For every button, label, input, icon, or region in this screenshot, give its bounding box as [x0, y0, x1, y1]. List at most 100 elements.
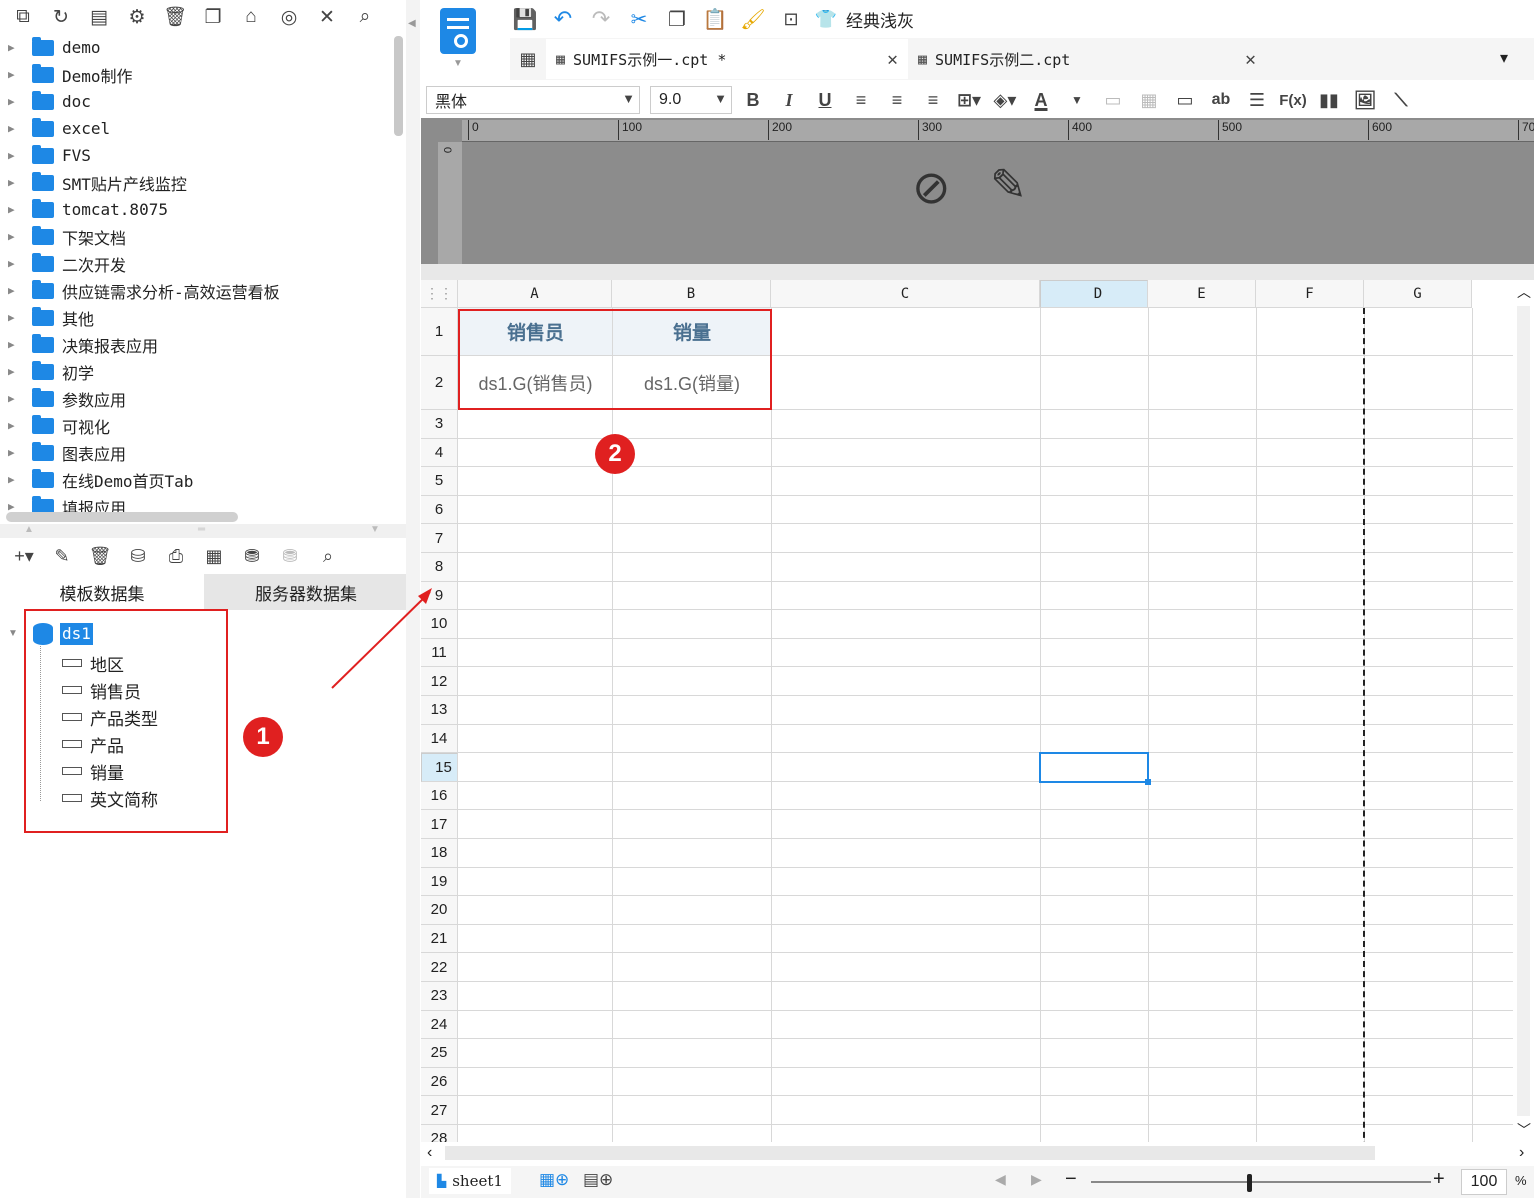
- row-header-22[interactable]: 22: [421, 953, 458, 982]
- panel-splitter[interactable]: ▲ ═ ▼: [0, 524, 408, 538]
- collapse-icon[interactable]: ✕: [314, 4, 340, 30]
- image-icon[interactable]: 🖼: [1350, 85, 1380, 115]
- paragraph-icon[interactable]: ☰: [1242, 85, 1272, 115]
- delete-icon[interactable]: 🗑: [162, 4, 188, 30]
- bold-button[interactable]: B: [738, 85, 768, 115]
- align-right-icon[interactable]: ≡: [918, 85, 948, 115]
- row-header-7[interactable]: 7: [421, 524, 458, 553]
- expand-icon[interactable]: ▶: [8, 473, 22, 486]
- row-header-26[interactable]: 26: [421, 1067, 458, 1097]
- tab-sumifs-1[interactable]: ▦ SUMIFS示例一.cpt * ✕: [546, 39, 908, 79]
- font-size-select[interactable]: 9.0 ▼: [650, 86, 732, 114]
- align-left-icon[interactable]: ≡: [846, 85, 876, 115]
- tree-item[interactable]: ▶ SMT贴片产线监控: [0, 169, 405, 196]
- expand-icon[interactable]: ▶: [8, 95, 22, 108]
- selected-cell[interactable]: [1039, 752, 1149, 783]
- tree-item[interactable]: ▶ tomcat.8075: [0, 196, 405, 223]
- chevron-down-icon[interactable]: ▼: [622, 91, 635, 106]
- format-painter-icon[interactable]: 🖌: [738, 7, 768, 32]
- sheet-tab[interactable]: ▙ sheet1: [429, 1168, 511, 1194]
- database-icon[interactable]: ⛁: [126, 543, 150, 569]
- zoom-in-icon[interactable]: +: [1433, 1168, 1445, 1191]
- chevron-down-icon[interactable]: ▼: [714, 91, 727, 106]
- cut-icon[interactable]: ✂: [624, 7, 654, 32]
- prev-sheet-icon[interactable]: ◀: [995, 1171, 1006, 1188]
- chart-icon[interactable]: ▮▮: [1314, 85, 1344, 115]
- undo-icon[interactable]: ↶: [548, 6, 578, 32]
- scroll-right-icon[interactable]: ›: [1519, 1144, 1524, 1162]
- designer-mode-icon[interactable]: [440, 8, 476, 54]
- hide-eye-icon[interactable]: ⊘: [912, 160, 951, 214]
- splitter-down-icon[interactable]: ▼: [370, 524, 380, 535]
- tree-item[interactable]: ▶ excel: [0, 115, 405, 142]
- expand-icon[interactable]: ▶: [8, 203, 22, 216]
- tree-item[interactable]: ▶ 下架文档: [0, 223, 405, 250]
- row-header-18[interactable]: 18: [421, 839, 458, 868]
- theme-icon[interactable]: 👕: [814, 9, 838, 30]
- italic-button[interactable]: I: [774, 85, 804, 115]
- tree-item[interactable]: ▶ 初学: [0, 358, 405, 385]
- add-poly-sheet-icon[interactable]: ▤⊕: [583, 1170, 613, 1190]
- mode-dropdown-icon[interactable]: ▼: [453, 58, 463, 69]
- row-header-28[interactable]: 28: [421, 1125, 458, 1142]
- row-header-13[interactable]: 13: [421, 696, 458, 725]
- find-replace-icon[interactable]: ⊡: [776, 9, 806, 30]
- row-header-27[interactable]: 27: [421, 1096, 458, 1125]
- copy-icon[interactable]: ❐: [662, 7, 692, 32]
- row-header-23[interactable]: 23: [421, 982, 458, 1011]
- close-icon[interactable]: ✕: [887, 49, 898, 70]
- add-dataset-icon[interactable]: +▾: [12, 543, 36, 569]
- grid-vertical-scrollbar[interactable]: ︿ ﹀: [1513, 280, 1534, 1142]
- expand-icon[interactable]: ▶: [8, 311, 22, 324]
- tree-item[interactable]: ▶ 供应链需求分析-高效运营看板: [0, 277, 405, 304]
- zoom-input[interactable]: 100: [1461, 1169, 1507, 1195]
- expand-icon[interactable]: ▶: [8, 257, 22, 270]
- tab-menu-icon[interactable]: ▾: [1500, 48, 1508, 68]
- theme-label[interactable]: 经典浅灰: [846, 7, 914, 32]
- tab-template-dataset[interactable]: 模板数据集: [0, 574, 204, 610]
- tree-item[interactable]: ▶ Demo制作: [0, 61, 405, 88]
- expand-icon[interactable]: ▶: [8, 122, 22, 135]
- tree-item[interactable]: ▶ 参数应用: [0, 385, 405, 412]
- edit-dataset-icon[interactable]: ▦: [202, 543, 226, 569]
- tree-item[interactable]: ▶ 二次开发: [0, 250, 405, 277]
- tree-item[interactable]: ▶ 填报应用: [0, 493, 405, 512]
- row-header-2[interactable]: 2: [421, 356, 458, 410]
- collapse-arrow-icon[interactable]: ▼: [8, 628, 18, 639]
- column-header-c[interactable]: C: [771, 280, 1040, 308]
- zoom-slider[interactable]: [1091, 1181, 1431, 1183]
- column-header-f[interactable]: F: [1256, 280, 1364, 308]
- row-header-4[interactable]: 4: [421, 438, 458, 468]
- grid-horizontal-scrollbar[interactable]: ‹ ›: [421, 1142, 1534, 1166]
- delete-icon[interactable]: 🗑: [88, 543, 112, 569]
- row-header-20[interactable]: 20: [421, 896, 458, 925]
- text-button[interactable]: ab: [1206, 85, 1236, 115]
- expand-icon[interactable]: ▶: [8, 392, 22, 405]
- formula-button[interactable]: F(x): [1278, 85, 1308, 115]
- row-header-8[interactable]: 8: [421, 553, 458, 582]
- next-sheet-icon[interactable]: ▶: [1031, 1171, 1042, 1188]
- edit-icon[interactable]: ✎: [50, 543, 74, 569]
- new-template-icon[interactable]: ⧉: [10, 4, 36, 30]
- scroll-thumb[interactable]: [445, 1146, 1375, 1160]
- row-header-3[interactable]: 3: [421, 410, 458, 439]
- paste-icon[interactable]: 📋: [700, 7, 730, 32]
- align-center-icon[interactable]: ≡: [882, 85, 912, 115]
- tree-item[interactable]: ▶ 图表应用: [0, 439, 405, 466]
- splitter-up-icon[interactable]: ▲: [24, 524, 34, 535]
- row-header-24[interactable]: 24: [421, 1010, 458, 1040]
- fill-handle[interactable]: [1145, 778, 1151, 785]
- locate-icon[interactable]: ◎: [276, 4, 302, 30]
- collapse-left-icon[interactable]: ◀: [408, 18, 416, 29]
- add-report-sheet-icon[interactable]: ▦⊕: [539, 1170, 569, 1190]
- tree-item[interactable]: ▶ FVS: [0, 142, 405, 169]
- select-all-corner[interactable]: ⋮⋮: [421, 280, 458, 308]
- row-header-15[interactable]: 15: [421, 753, 458, 782]
- refresh-icon[interactable]: ↻: [48, 4, 74, 30]
- row-header-25[interactable]: 25: [421, 1039, 458, 1068]
- expand-icon[interactable]: ▶: [8, 365, 22, 378]
- border-icon[interactable]: ⊞▾: [954, 85, 984, 115]
- grid-view-icon[interactable]: ▦: [510, 49, 546, 70]
- expand-icon[interactable]: ▶: [8, 500, 22, 512]
- row-header-21[interactable]: 21: [421, 924, 458, 954]
